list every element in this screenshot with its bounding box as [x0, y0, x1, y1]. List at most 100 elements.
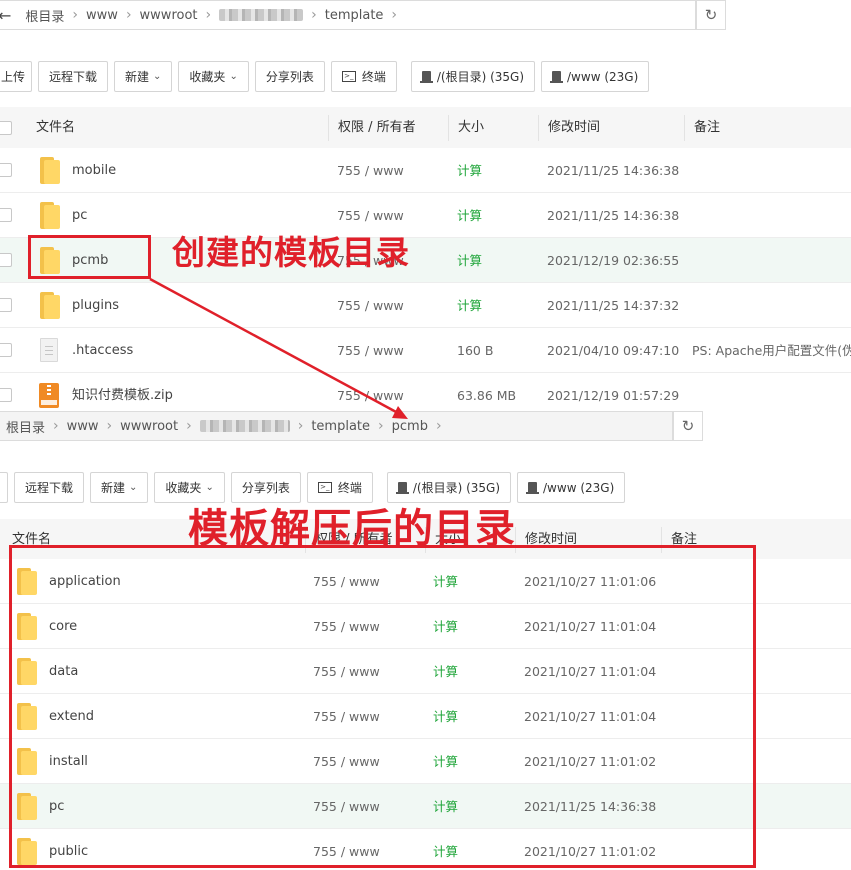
refresh-icon: ↻ — [681, 417, 695, 435]
highlight-box-pcmb — [28, 235, 151, 279]
row-checkbox[interactable] — [0, 388, 12, 402]
file-name[interactable]: mobile — [72, 148, 116, 193]
row-checkbox[interactable] — [0, 298, 12, 312]
upload-button[interactable] — [0, 472, 8, 503]
share-list-label: 分享列表 — [241, 481, 290, 495]
file-size[interactable]: 计算 — [457, 193, 482, 238]
chevron-down-icon: ⌄ — [229, 71, 238, 82]
zip-file-icon — [39, 383, 59, 408]
breadcrumb-item-root[interactable]: 根目录 — [25, 6, 64, 25]
refresh-icon: ↻ — [704, 6, 718, 24]
breadcrumb: ← 根目录 › www › wwwroot › › template › — [0, 0, 696, 30]
file-size[interactable]: 计算 — [457, 283, 482, 328]
chevron-down-icon: ⌄ — [153, 71, 162, 82]
file-size: 63.86 MB — [457, 388, 517, 403]
disk-icon — [419, 71, 433, 83]
terminal-icon: >_ — [317, 482, 332, 493]
column-header-size[interactable]: 大小 — [458, 107, 484, 149]
disk-www-label: /www (23G) — [567, 69, 639, 84]
row-checkbox[interactable] — [0, 253, 12, 267]
column-header-name[interactable]: 文件名 — [36, 107, 75, 149]
row-checkbox[interactable] — [0, 208, 12, 222]
folder-icon — [38, 292, 60, 319]
table-row[interactable]: mobile 755 / www 计算 2021/11/25 14:36:38 — [0, 148, 851, 193]
table-row[interactable]: plugins 755 / www 计算 2021/11/25 14:37:32 — [0, 283, 851, 328]
terminal-label: 终端 — [361, 70, 386, 84]
disk-www-label: /www (23G) — [543, 480, 615, 495]
terminal-button[interactable]: >_ 终端 — [330, 61, 397, 92]
chevron-right-icon: › — [391, 7, 398, 23]
chevron-right-icon: › — [72, 7, 79, 23]
table-row[interactable]: .htaccess 755 / www 160 B 2021/04/10 09:… — [0, 328, 851, 373]
disk-www-button[interactable]: /www (23G) — [541, 61, 650, 92]
new-button[interactable]: 新建 ⌄ — [114, 61, 173, 92]
remote-download-button[interactable]: 远程下载 — [14, 472, 85, 503]
file-permission[interactable]: 755 / www — [337, 328, 404, 373]
share-list-label: 分享列表 — [265, 70, 314, 84]
file-mtime: 2021/11/25 14:36:38 — [547, 208, 680, 223]
chevron-down-icon: ⌄ — [129, 482, 138, 493]
chevron-right-icon: › — [297, 418, 304, 434]
new-button[interactable]: 新建 ⌄ — [90, 472, 149, 503]
file-icon — [40, 338, 58, 362]
chevron-right-icon: › — [435, 418, 442, 434]
breadcrumb-item-template[interactable]: template — [311, 419, 370, 434]
back-arrow-icon[interactable]: ← — [0, 6, 11, 25]
disk-icon — [526, 482, 540, 494]
column-header-mtime[interactable]: 修改时间 — [548, 107, 600, 149]
row-checkbox[interactable] — [0, 163, 12, 177]
table-header: 文件名 权限 / 所有者 大小 修改时间 备注 — [0, 107, 851, 149]
remote-download-button[interactable]: 远程下载 — [38, 61, 109, 92]
disk-www-button[interactable]: /www (23G) — [517, 472, 626, 503]
file-name[interactable]: pc — [72, 193, 87, 238]
breadcrumb: 根目录 › www › wwwroot › › template › pcmb … — [0, 411, 673, 441]
breadcrumb-item-wwwroot[interactable]: wwwroot — [140, 8, 198, 23]
chevron-right-icon: › — [106, 418, 113, 434]
breadcrumb-item-wwwroot[interactable]: wwwroot — [120, 419, 178, 434]
chevron-down-icon: ⌄ — [205, 482, 214, 493]
file-name[interactable]: 知识付费模板.zip — [72, 373, 173, 411]
file-mtime: 2021/12/19 02:36:55 — [547, 253, 680, 268]
file-size: 160 B — [457, 343, 494, 358]
row-checkbox[interactable] — [0, 343, 12, 357]
chevron-right-icon: › — [125, 7, 132, 23]
table-row[interactable]: pc 755 / www 计算 2021/11/25 14:36:38 — [0, 193, 851, 238]
refresh-button[interactable]: ↻ — [673, 411, 703, 441]
file-name[interactable]: plugins — [72, 283, 119, 328]
column-divider — [328, 115, 329, 141]
table-row[interactable]: 知识付费模板.zip 755 / www 63.86 MB 2021/12/19… — [0, 373, 851, 411]
favorites-button[interactable]: 收藏夹 ⌄ — [178, 61, 249, 92]
share-list-button[interactable]: 分享列表 — [254, 61, 325, 92]
terminal-label: 终端 — [337, 481, 362, 495]
chevron-right-icon: › — [186, 418, 192, 434]
file-size[interactable]: 计算 — [457, 148, 482, 193]
annotation-unzipped-template-dir: 模板解压后的目录 — [188, 506, 516, 552]
select-all-checkbox[interactable] — [0, 121, 12, 135]
breadcrumb-item-template[interactable]: template — [325, 8, 384, 23]
breadcrumb-item-blurred[interactable] — [199, 420, 290, 432]
breadcrumb-item-pcmb[interactable]: pcmb — [392, 419, 428, 434]
highlight-box-unzipped — [9, 545, 756, 868]
new-label: 新建 — [101, 481, 126, 495]
file-size[interactable]: 计算 — [457, 238, 482, 283]
column-header-note[interactable]: 备注 — [694, 107, 720, 149]
new-label: 新建 — [125, 70, 150, 84]
file-note[interactable]: PS: Apache用户配置文件(伪静 — [692, 328, 851, 373]
breadcrumb-item-root[interactable]: 根目录 — [6, 417, 45, 436]
column-header-permission[interactable]: 权限 / 所有者 — [338, 107, 416, 149]
breadcrumb-item-www[interactable]: www — [67, 419, 99, 434]
refresh-button[interactable]: ↻ — [696, 0, 726, 30]
disk-root-button[interactable]: /(根目录) (35G) — [410, 61, 536, 92]
toolbar: 上传 远程下载 新建 ⌄ 收藏夹 ⌄ 分享列表 >_ 终端 /(根目录) (35G) … — [0, 61, 650, 92]
breadcrumb-item-blurred[interactable] — [219, 9, 304, 21]
file-name[interactable]: .htaccess — [72, 328, 133, 373]
chevron-right-icon: › — [53, 418, 59, 434]
file-manager-top: ← 根目录 › www › wwwroot › › template › ↻ 上… — [0, 0, 851, 411]
file-permission[interactable]: 755 / www — [337, 148, 404, 193]
disk-icon — [550, 71, 564, 83]
breadcrumb-item-www[interactable]: www — [86, 8, 118, 23]
file-mtime: 2021/11/25 14:36:38 — [547, 163, 680, 178]
upload-button[interactable]: 上传 — [0, 61, 32, 92]
file-permission[interactable]: 755 / www — [337, 373, 404, 411]
file-permission[interactable]: 755 / www — [337, 283, 404, 328]
